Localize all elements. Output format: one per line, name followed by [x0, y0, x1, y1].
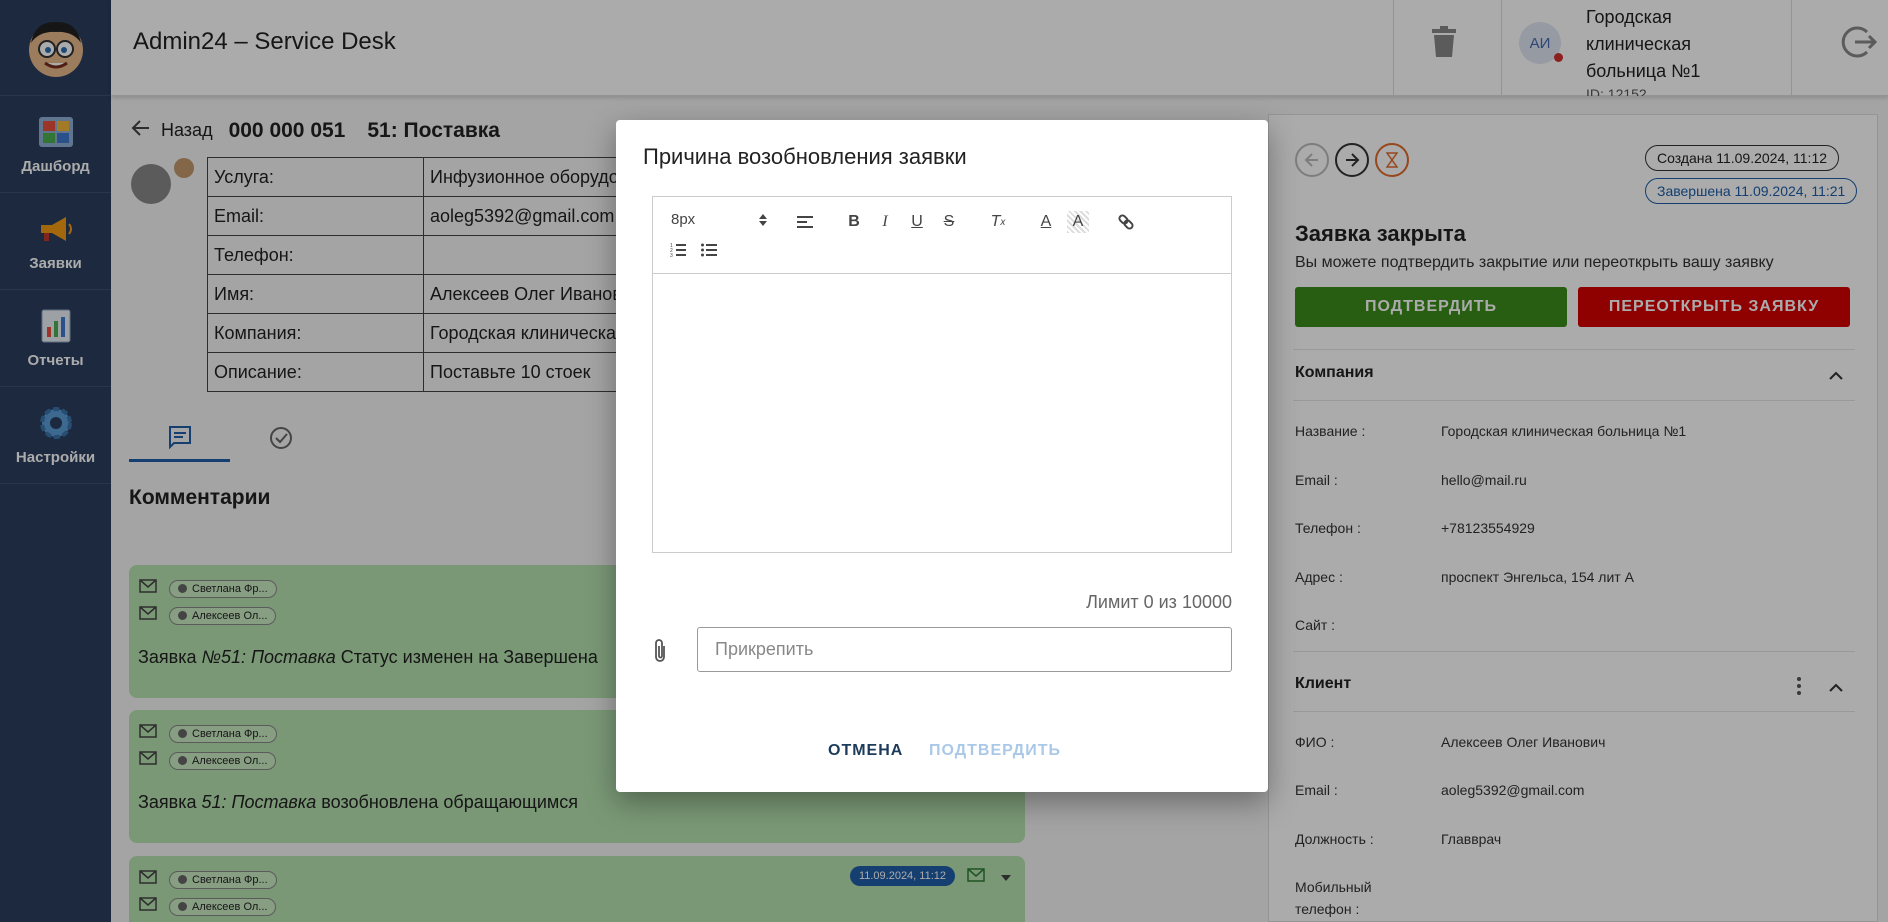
attach-input[interactable]: Прикрепить — [697, 627, 1232, 672]
svg-text:3: 3 — [670, 253, 673, 258]
font-size-select[interactable]: 8px — [671, 211, 767, 228]
align-icon[interactable] — [794, 211, 816, 233]
updown-icon — [759, 213, 767, 226]
confirm-button[interactable]: ПОДТВЕРДИТЬ — [929, 742, 1061, 760]
strikethrough-icon[interactable]: S — [938, 211, 960, 233]
editor-toolbar: 8px B I U S Tx A A 123 — [653, 197, 1231, 274]
rich-text-editor: 8px B I U S Tx A A 123 — [652, 196, 1232, 553]
font-size-value: 8px — [671, 211, 696, 228]
char-limit: Лимит 0 из 10000 — [1086, 592, 1232, 612]
text-color-icon[interactable]: A — [1035, 211, 1057, 233]
underline-icon[interactable]: U — [906, 211, 928, 233]
background-color-icon[interactable]: A — [1067, 211, 1089, 233]
clear-format-icon[interactable]: Tx — [987, 211, 1009, 233]
paperclip-icon[interactable] — [652, 638, 668, 669]
italic-icon[interactable]: I — [874, 211, 896, 233]
reopen-reason-dialog: Причина возобновления заявки 8px B I U S… — [616, 120, 1268, 792]
link-icon[interactable] — [1115, 211, 1137, 233]
bullet-list-icon[interactable] — [698, 239, 720, 261]
ordered-list-icon[interactable]: 123 — [667, 239, 689, 261]
dialog-title: Причина возобновления заявки — [643, 144, 967, 169]
editor-content-area[interactable] — [653, 274, 1231, 553]
bold-icon[interactable]: B — [843, 211, 865, 233]
cancel-button[interactable]: ОТМЕНА — [828, 742, 903, 760]
